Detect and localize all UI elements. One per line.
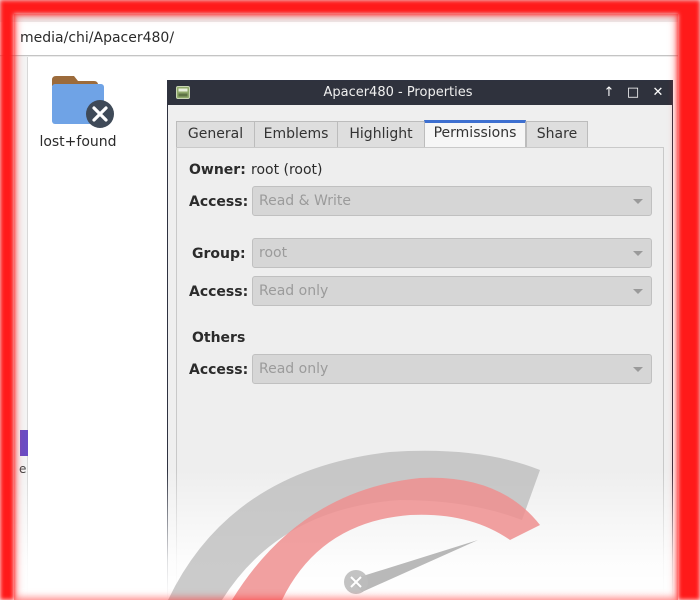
tab-emblems[interactable]: Emblems xyxy=(254,121,338,147)
owner-label: Owner: xyxy=(189,162,246,178)
tab-share[interactable]: Share xyxy=(526,121,588,147)
maximize-button[interactable]: □ xyxy=(624,84,642,102)
folder-label: lost+found xyxy=(39,134,117,150)
chevron-down-icon xyxy=(633,367,643,372)
tab-general[interactable]: General xyxy=(176,121,255,147)
others-access-value: Read only xyxy=(259,361,329,377)
group-access-select[interactable]: Read only xyxy=(252,276,652,306)
side-pane-partial-text: e xyxy=(19,462,27,476)
others-access-select[interactable]: Read only xyxy=(252,354,652,384)
chevron-down-icon xyxy=(633,199,643,204)
keep-above-button[interactable]: ↑ xyxy=(600,84,618,102)
group-value: root xyxy=(259,245,288,261)
screenshot-stage: media/chi/Apacer480/ e lost+found Apacer… xyxy=(0,0,700,600)
group-label: Group: xyxy=(192,246,246,262)
group-access-value: Read only xyxy=(259,283,329,299)
path-bar[interactable]: media/chi/Apacer480/ xyxy=(0,22,678,56)
others-access-label: Access: xyxy=(189,362,249,378)
tab-bar: General Emblems Highlight Permissions Sh… xyxy=(176,120,666,147)
owner-access-select[interactable]: Read & Write xyxy=(252,186,652,216)
group-select[interactable]: root xyxy=(252,238,652,268)
side-pane xyxy=(0,57,28,600)
others-label: Others xyxy=(192,330,246,346)
properties-dialog: Apacer480 - Properties ↑ □ ✕ General Emb… xyxy=(167,80,673,600)
tab-highlight[interactable]: Highlight xyxy=(337,121,425,147)
dialog-titlebar[interactable]: Apacer480 - Properties ↑ □ ✕ xyxy=(168,81,672,105)
folder-item-lost-found[interactable]: lost+found xyxy=(36,72,120,162)
chevron-down-icon xyxy=(633,251,643,256)
owner-value: root (root) xyxy=(251,162,323,178)
chevron-down-icon xyxy=(633,289,643,294)
owner-access-value: Read & Write xyxy=(259,193,351,209)
group-access-label: Access: xyxy=(189,284,249,300)
permissions-panel: Owner: root (root) Access: Read & Write … xyxy=(176,147,664,600)
close-button[interactable]: ✕ xyxy=(649,84,667,102)
owner-access-label: Access: xyxy=(189,194,249,210)
path-text: media/chi/Apacer480/ xyxy=(20,30,175,46)
dialog-title: Apacer480 - Properties xyxy=(323,85,473,100)
tab-permissions[interactable]: Permissions xyxy=(424,120,526,147)
folder-broken-icon xyxy=(52,76,114,128)
